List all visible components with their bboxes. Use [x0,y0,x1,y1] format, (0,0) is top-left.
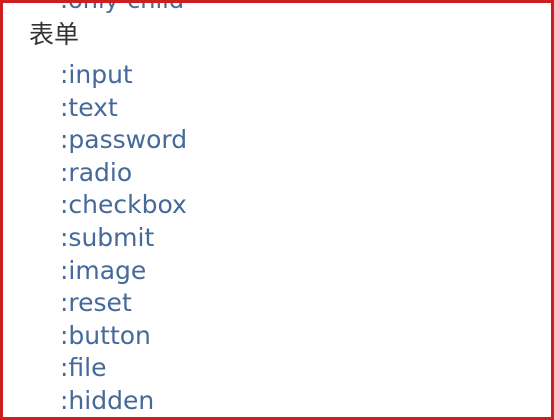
selector-link-image[interactable]: :image [60,255,187,288]
selector-link-submit[interactable]: :submit [60,222,187,255]
selector-link-password[interactable]: :password [60,124,187,157]
selector-link-hidden[interactable]: :hidden [60,385,187,417]
selector-link-file[interactable]: :file [60,352,187,385]
selector-link-input[interactable]: :input [60,59,187,92]
selector-link-reset[interactable]: :reset [60,287,187,320]
selector-link-radio[interactable]: :radio [60,157,187,190]
selector-link-button[interactable]: :button [60,320,187,353]
section-heading: 表单 [29,20,80,49]
highlight-frame: :only-child 表单 :input :text :password :r… [0,0,554,420]
selector-link-text[interactable]: :text [60,92,187,125]
list-item-partial[interactable]: :only-child [60,3,184,12]
selector-link-checkbox[interactable]: :checkbox [60,189,187,222]
selector-list: :input :text :password :radio :checkbox … [60,59,187,417]
